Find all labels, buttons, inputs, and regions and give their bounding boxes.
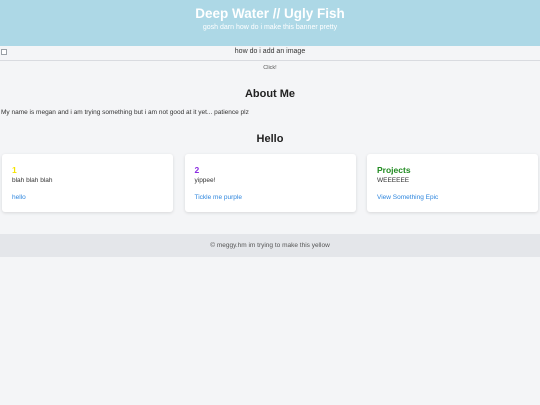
banner: Deep Water // Ugly Fish gosh darn how do… [0, 0, 540, 46]
card-1: 1 blah blah blah hello [2, 154, 173, 212]
site-title: Deep Water // Ugly Fish [195, 6, 345, 21]
card-grid: 1 blah blah blah hello 2 yippee! Tickle … [0, 154, 540, 212]
card-projects: Projects WEEEEEE View Something Epic [367, 154, 538, 212]
footer: © meggy.hm im trying to make this yellow [0, 234, 540, 257]
card-link-hello[interactable]: hello [12, 194, 26, 201]
card-text: yippee! [194, 177, 216, 184]
broken-image: how do i add an image [0, 46, 540, 61]
card-link-projects[interactable]: View Something Epic [377, 194, 438, 201]
card-text: WEEEEEE [377, 177, 410, 184]
card-link-tickle[interactable]: Tickle me purple [195, 194, 242, 201]
card-2: 2 yippee! Tickle me purple [184, 154, 356, 212]
click-button[interactable]: Click! [0, 65, 540, 71]
card-text: blah blah blah [12, 177, 53, 184]
card-heading: 2 [194, 165, 200, 175]
card-heading: Projects [377, 165, 411, 175]
hello-title: Hello [256, 133, 284, 145]
about-text: My name is megan and i am trying somethi… [1, 109, 249, 116]
image-alt-text: how do i add an image [234, 48, 306, 55]
card-heading: 1 [12, 165, 17, 175]
about-title: About Me [244, 88, 296, 100]
site-subtitle: gosh darn how do i make this banner pret… [202, 24, 338, 31]
